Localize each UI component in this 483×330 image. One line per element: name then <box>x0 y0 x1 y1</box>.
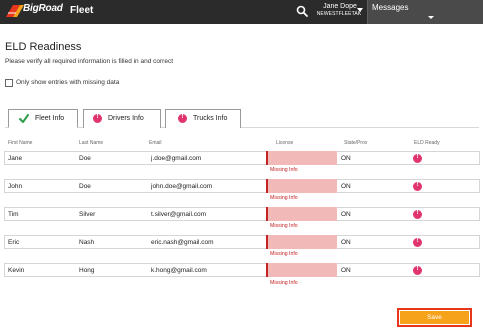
tab-drivers-info-label: Drivers Info <box>108 115 144 122</box>
tab-trucks-info[interactable]: Trucks Info <box>165 109 241 128</box>
license-input[interactable] <box>266 207 337 221</box>
license-input[interactable] <box>266 263 337 277</box>
first-name-cell: Jane <box>8 155 23 162</box>
app-name: Fleet <box>70 5 94 16</box>
state-cell: ON <box>341 239 351 246</box>
last-name-cell: Hong <box>79 267 95 274</box>
table-row: Jane Doe j.doe@gmail.com ON <box>4 151 480 165</box>
first-name-cell: Eric <box>8 239 20 246</box>
alert-icon <box>413 154 422 163</box>
state-cell: ON <box>341 155 351 162</box>
messages-label[interactable]: Messages <box>372 3 408 12</box>
column-header-last-name: Last Name <box>79 140 104 146</box>
table-row: Eric Nash eric.nash@gmail.com ON <box>4 235 480 249</box>
tab-drivers-info[interactable]: Drivers Info <box>83 109 161 128</box>
table-row: Kevin Hong k.hong@gmail.com ON <box>4 263 480 277</box>
missing-info-warning: Missing Info <box>270 280 298 286</box>
alert-icon <box>93 114 102 123</box>
tab-fleet-info[interactable]: Fleet Info <box>8 109 78 128</box>
state-cell: ON <box>341 211 351 218</box>
license-input[interactable] <box>266 235 337 249</box>
license-input[interactable] <box>266 179 337 193</box>
missing-data-filter-label[interactable]: Only show entries with missing data <box>16 79 119 86</box>
page-subtitle: Please verify all required information i… <box>5 58 173 65</box>
column-header-email: Email <box>149 140 162 146</box>
alert-icon <box>178 114 187 123</box>
column-header-first-name: First Name <box>8 140 33 146</box>
email-cell: k.hong@gmail.com <box>151 267 207 274</box>
alert-icon <box>413 266 422 275</box>
email-cell: john.doe@gmail.com <box>151 183 213 190</box>
save-button[interactable]: Save <box>400 311 469 324</box>
logo-wordmark-right: Road <box>38 3 63 14</box>
column-header-eld-ready: ELD Ready <box>414 140 440 146</box>
email-cell: eric.nash@gmail.com <box>151 239 214 246</box>
top-bar: BigRoad Fleet Jane Dope NEWESTFLEETAK Me… <box>0 0 483 24</box>
table-row: Tim Silver t.silver@gmail.com ON <box>4 207 480 221</box>
license-input[interactable] <box>266 151 337 165</box>
last-name-cell: Nash <box>79 239 95 246</box>
tab-fleet-info-label: Fleet Info <box>35 115 65 122</box>
missing-info-warning: Missing Info <box>270 167 298 173</box>
check-icon <box>19 114 29 123</box>
column-header-license: License <box>276 140 294 146</box>
last-name-cell: Doe <box>79 183 91 190</box>
first-name-cell: Kevin <box>8 267 25 274</box>
alert-icon <box>413 238 422 247</box>
last-name-cell: Silver <box>79 211 96 218</box>
alert-icon <box>413 182 422 191</box>
email-cell: j.doe@gmail.com <box>151 155 202 162</box>
page-title: ELD Readiness <box>5 41 82 53</box>
first-name-cell: John <box>8 183 23 190</box>
chevron-down-icon[interactable] <box>357 8 363 12</box>
column-header-state-prov: State/Prov <box>344 140 368 146</box>
logo-wordmark-left: Big <box>23 3 39 14</box>
alert-icon <box>413 210 422 219</box>
missing-info-warning: Missing Info <box>270 223 298 229</box>
first-name-cell: Tim <box>8 211 19 218</box>
table-row: John Doe john.doe@gmail.com ON <box>4 179 480 193</box>
user-name[interactable]: Jane Dope <box>318 3 362 11</box>
tab-trucks-info-label: Trucks Info <box>193 115 228 122</box>
missing-data-filter-checkbox[interactable] <box>5 79 13 87</box>
messages-dropdown[interactable]: Messages <box>367 0 483 24</box>
email-cell: t.silver@gmail.com <box>151 211 206 218</box>
save-button-focus-ring: Save <box>397 308 472 327</box>
state-cell: ON <box>341 183 351 190</box>
missing-info-warning: Missing Info <box>270 251 298 257</box>
chevron-down-icon[interactable] <box>428 16 434 19</box>
search-icon[interactable] <box>296 5 308 17</box>
state-cell: ON <box>341 267 351 274</box>
logo-wordmark: BigRoad <box>23 3 63 14</box>
missing-info-warning: Missing Info <box>270 195 298 201</box>
last-name-cell: Doe <box>79 155 91 162</box>
